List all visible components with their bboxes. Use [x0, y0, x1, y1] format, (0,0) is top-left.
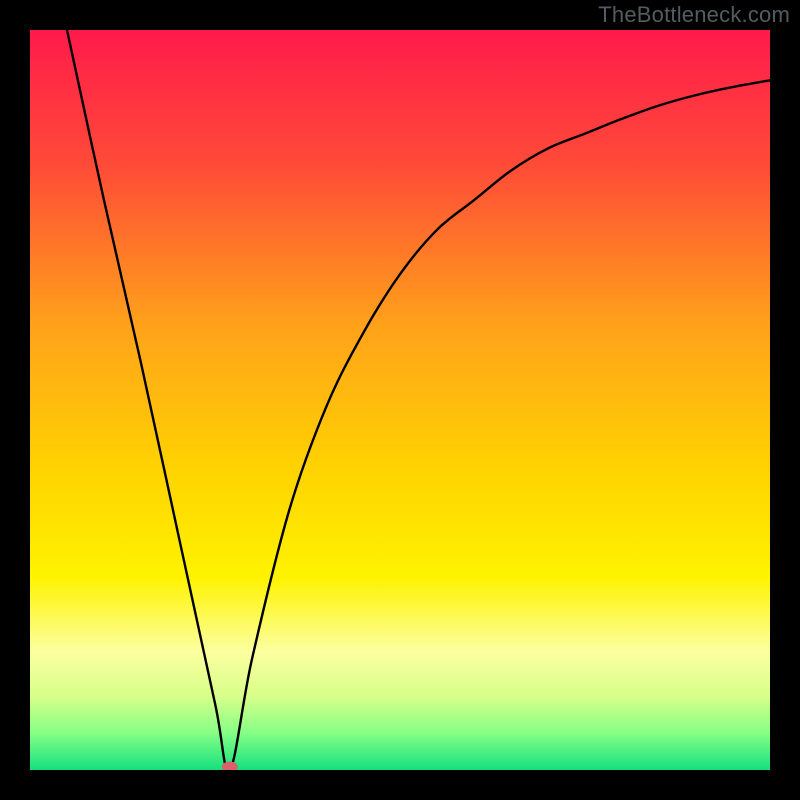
gradient-background	[30, 30, 770, 770]
plot-svg	[30, 30, 770, 770]
plot-area	[30, 30, 770, 770]
watermark-text: TheBottleneck.com	[598, 2, 790, 28]
chart-frame: TheBottleneck.com	[0, 0, 800, 800]
